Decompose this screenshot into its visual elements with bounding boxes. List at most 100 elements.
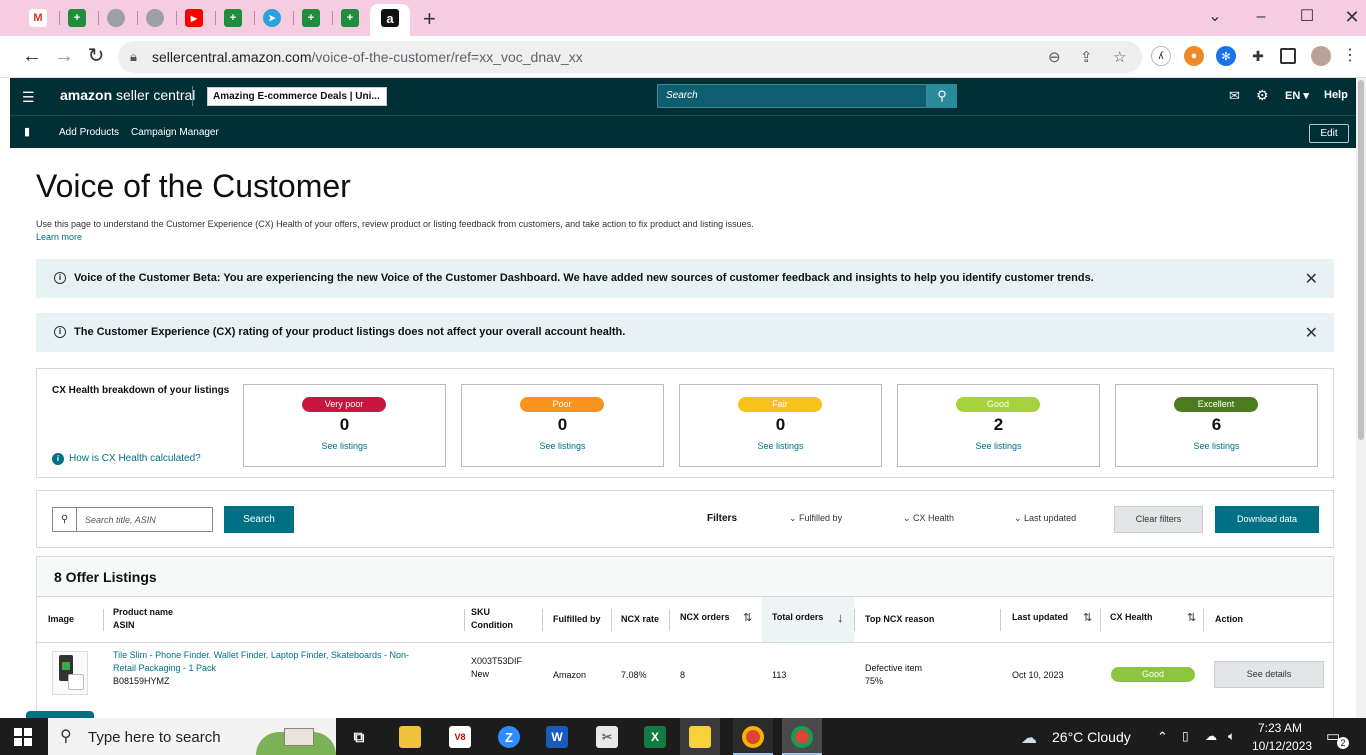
header-search-input[interactable]: Search xyxy=(657,84,927,108)
chrome-icon[interactable] xyxy=(742,726,764,748)
youtube-icon[interactable]: ▶ xyxy=(185,9,203,27)
help-link[interactable]: Help xyxy=(1324,89,1348,101)
col-product-name[interactable]: Product name xyxy=(113,606,173,619)
clock-date[interactable]: 10/12/2023 xyxy=(1252,739,1312,753)
app-v8-icon[interactable]: V8 xyxy=(449,726,471,748)
col-fulfilled-by[interactable]: Fulfilled by xyxy=(553,613,601,626)
col-last-updated[interactable]: Last updated xyxy=(1012,611,1068,624)
col-top-ncx-reason[interactable]: Top NCX reason xyxy=(865,613,934,626)
sheets-icon[interactable]: + xyxy=(224,9,242,27)
taskbar-search-input[interactable]: ⚲ Type here to search xyxy=(48,718,336,755)
snipping-tool-icon[interactable]: ✂ xyxy=(596,726,618,748)
sheets-icon[interactable]: + xyxy=(302,9,320,27)
learn-more-link[interactable]: Learn more xyxy=(36,232,82,242)
task-view-icon[interactable]: ⧉ xyxy=(348,726,370,748)
profile-avatar[interactable] xyxy=(1311,46,1331,66)
see-details-button[interactable]: See details xyxy=(1214,661,1324,688)
zoom-app-icon[interactable]: Z xyxy=(498,726,520,748)
back-icon[interactable]: ← xyxy=(20,45,44,67)
header-search-button[interactable]: ⚲ xyxy=(927,84,957,108)
filter-last-updated[interactable]: ⌄ Last updated xyxy=(1014,513,1076,524)
extension-icon[interactable]: ● xyxy=(1184,46,1204,66)
extension-icon[interactable]: ʎ xyxy=(1151,46,1171,66)
language-selector[interactable]: EN ▾ xyxy=(1285,89,1309,102)
edit-nav-button[interactable]: Edit xyxy=(1309,124,1349,143)
globe-icon[interactable] xyxy=(146,9,164,27)
windows-start-icon[interactable] xyxy=(14,728,32,746)
side-panel-icon[interactable] xyxy=(1280,48,1296,64)
sort-icon[interactable]: ⇅ xyxy=(1187,611,1196,624)
active-tab[interactable]: a xyxy=(370,4,410,36)
scrollbar-thumb[interactable] xyxy=(1358,80,1364,440)
bookmark-icon[interactable]: ▮ xyxy=(24,125,30,138)
see-listings-link[interactable]: See listings xyxy=(244,441,445,451)
weather-text[interactable]: 26°C Cloudy xyxy=(1052,729,1131,745)
nav-link-campaign-manager[interactable]: Campaign Manager xyxy=(131,127,219,138)
chrome-icon[interactable] xyxy=(791,726,813,748)
col-sku[interactable]: SKU xyxy=(471,606,490,619)
chevron-up-icon[interactable]: ⌃ xyxy=(1157,729,1168,745)
zoom-icon[interactable]: ⊖ xyxy=(1048,48,1061,66)
volume-icon[interactable]: 🔈︎ xyxy=(1228,729,1235,744)
filter-cx-health[interactable]: ⌄ CX Health xyxy=(903,513,954,524)
gear-icon[interactable]: ⚙ xyxy=(1256,87,1269,104)
new-tab-button[interactable]: + xyxy=(423,6,436,32)
col-cx-health[interactable]: CX Health xyxy=(1110,611,1153,624)
see-listings-link[interactable]: See listings xyxy=(680,441,881,451)
network-icon[interactable]: ☁ xyxy=(1205,729,1217,743)
address-bar[interactable]: 🔒︎ sellercentral.amazon.com/voice-of-the… xyxy=(118,41,1142,73)
close-window-button[interactable]: ✕ xyxy=(1329,2,1366,32)
cx-health-help-link[interactable]: i How is CX Health calculated? xyxy=(52,453,201,465)
store-selector[interactable]: Amazing E-commerce Deals | Uni... xyxy=(207,87,387,106)
col-asin[interactable]: ASIN xyxy=(113,619,135,632)
product-name-link-line2[interactable]: Retail Packaging - 1 Pack xyxy=(113,662,216,674)
extension-icon[interactable]: ✻ xyxy=(1216,46,1236,66)
file-explorer-icon[interactable] xyxy=(399,726,421,748)
lock-icon[interactable]: 🔒︎ xyxy=(130,49,137,65)
close-icon[interactable]: ✕ xyxy=(1305,269,1318,289)
col-ncx-rate[interactable]: NCX rate xyxy=(621,613,659,626)
mail-icon[interactable]: ✉ xyxy=(1229,88,1240,104)
see-listings-link[interactable]: See listings xyxy=(898,441,1099,451)
col-ncx-orders[interactable]: NCX orders xyxy=(680,611,730,624)
tab-search-icon[interactable]: ⌄ xyxy=(1192,2,1238,32)
sort-descending-icon[interactable]: ↓ xyxy=(837,610,844,625)
hamburger-menu-icon[interactable]: ☰ xyxy=(22,89,35,106)
download-data-button[interactable]: Download data xyxy=(1215,506,1319,533)
sheets-icon[interactable]: + xyxy=(341,9,359,27)
excel-icon[interactable]: X xyxy=(644,726,666,748)
share-icon[interactable]: ⇪ xyxy=(1080,48,1093,66)
filter-fulfilled-by[interactable]: ⌄ Fulfilled by xyxy=(789,513,842,524)
close-icon[interactable]: ✕ xyxy=(1305,323,1318,343)
word-icon[interactable]: W xyxy=(546,726,568,748)
see-listings-link[interactable]: See listings xyxy=(1116,441,1317,451)
clear-filters-button[interactable]: Clear filters xyxy=(1114,506,1203,533)
telegram-icon[interactable]: ➤ xyxy=(263,9,281,27)
listing-search-button[interactable]: Search xyxy=(224,506,294,533)
product-name-link[interactable]: Tile Slim - Phone Finder. Wallet Finder.… xyxy=(113,649,409,661)
feedback-tab[interactable] xyxy=(26,711,94,718)
col-total-orders[interactable]: Total orders xyxy=(772,611,823,624)
clock-time[interactable]: 7:23 AM xyxy=(1258,721,1302,735)
sticky-notes-icon[interactable] xyxy=(689,726,711,748)
forward-icon[interactable]: → xyxy=(52,45,76,67)
sheets-icon[interactable]: + xyxy=(68,9,86,27)
gmail-icon[interactable]: M xyxy=(29,9,47,27)
listing-search-input[interactable]: ⚲ Search title, ASIN xyxy=(52,507,213,532)
puzzle-icon[interactable]: ✚ xyxy=(1248,46,1268,66)
reload-icon[interactable]: ↻ xyxy=(84,45,108,67)
bookmark-star-icon[interactable]: ☆ xyxy=(1113,48,1126,66)
seller-central-logo[interactable]: amazon seller central xyxy=(60,87,195,103)
sort-icon[interactable]: ⇅ xyxy=(743,611,752,624)
col-condition[interactable]: Condition xyxy=(471,619,513,632)
device-icon[interactable]: ▯ xyxy=(1182,729,1189,743)
see-listings-link[interactable]: See listings xyxy=(462,441,663,451)
globe-icon[interactable] xyxy=(107,9,125,27)
menu-kebab-icon[interactable]: ⋮ xyxy=(1338,45,1362,67)
page-scrollbar[interactable] xyxy=(1356,78,1366,718)
sort-icon[interactable]: ⇅ xyxy=(1083,611,1092,624)
minimize-button[interactable]: – xyxy=(1238,2,1284,32)
nav-link-add-products[interactable]: Add Products xyxy=(59,127,119,138)
maximize-button[interactable]: ☐ xyxy=(1284,2,1330,32)
product-thumbnail[interactable] xyxy=(52,651,88,695)
